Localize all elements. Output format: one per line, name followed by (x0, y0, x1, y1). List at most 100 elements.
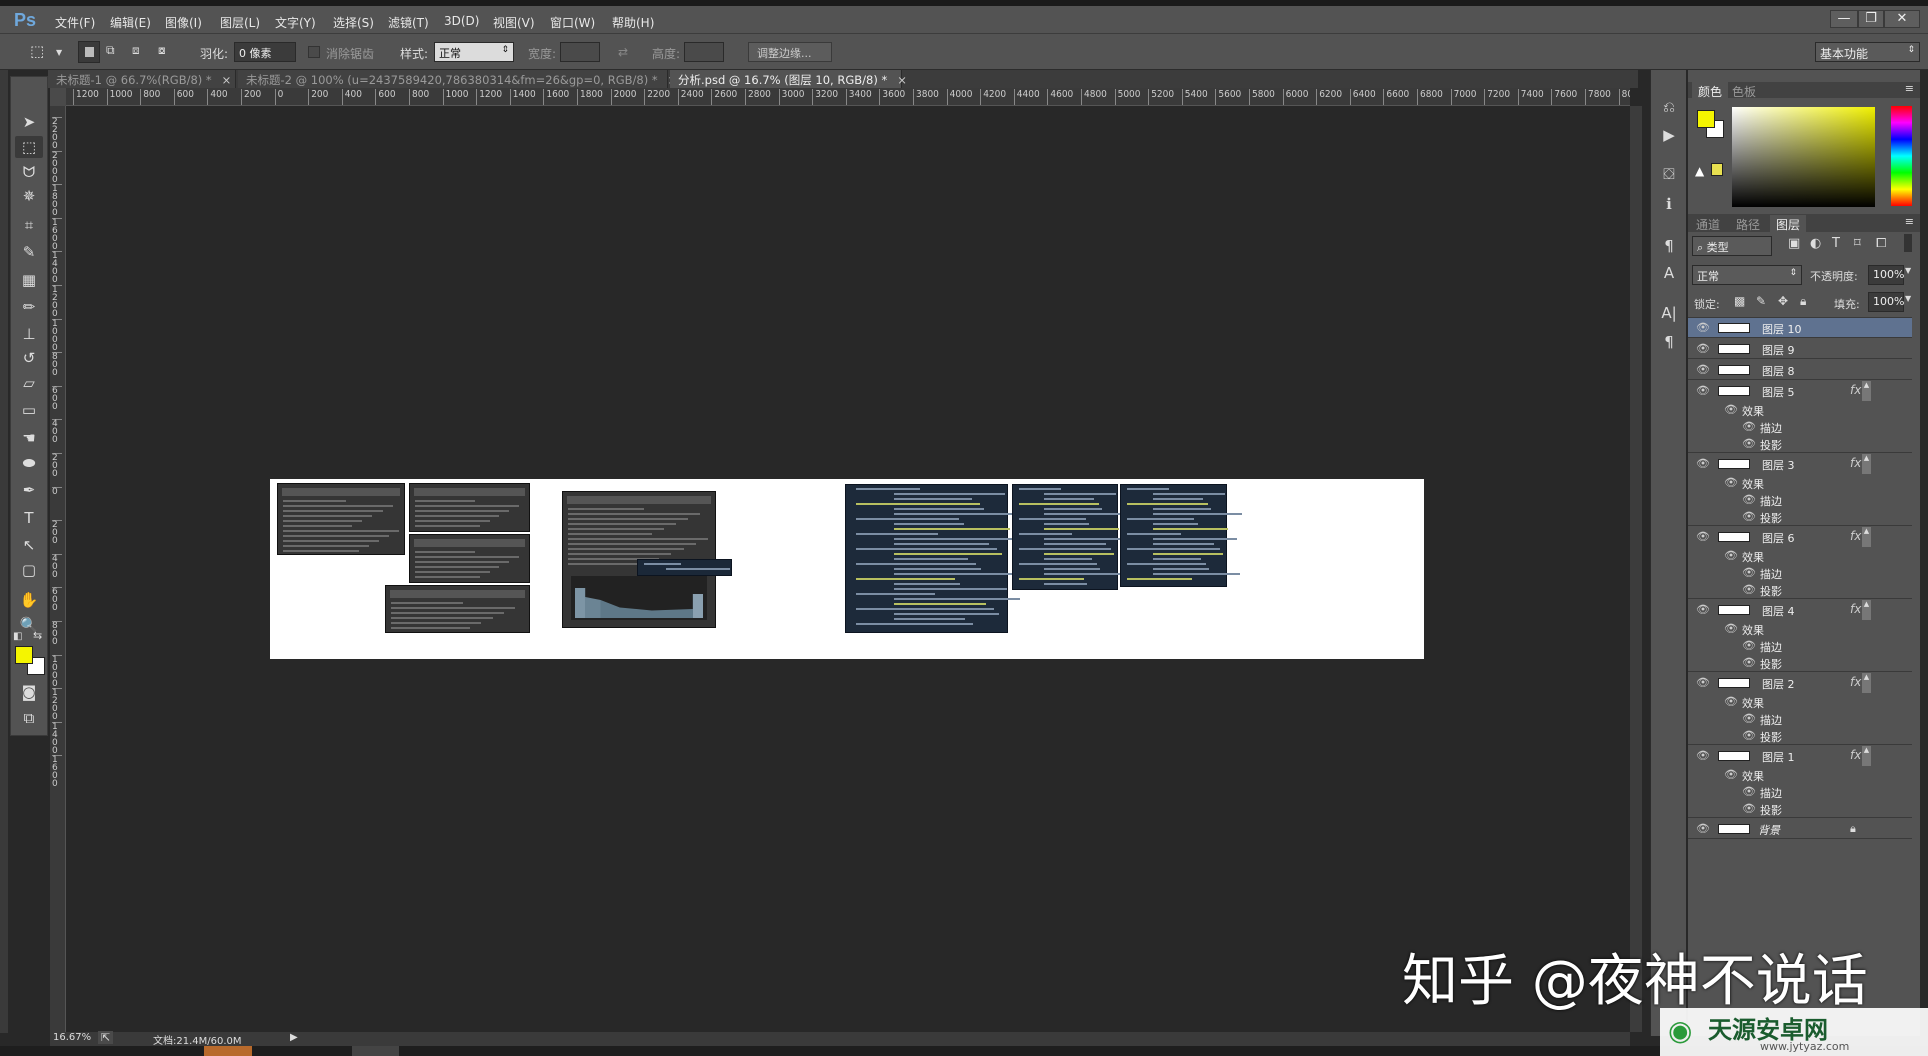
hue-slider[interactable] (1891, 106, 1912, 206)
move-icon[interactable]: ➤ (15, 111, 43, 133)
fill-input[interactable]: 100% (1868, 292, 1904, 312)
eye-icon[interactable]: 👁︎ (1742, 583, 1756, 596)
filter-toggle[interactable] (1904, 234, 1912, 252)
effects-label[interactable]: 效果 (1742, 768, 1764, 784)
fx-icon[interactable]: fx (1850, 529, 1861, 543)
subtract-selection-icon[interactable]: ⧈ (132, 43, 140, 58)
gamut-warning-icon[interactable]: ▲ (1695, 164, 1704, 178)
tab-close-icon[interactable]: × (222, 73, 232, 87)
eye-icon[interactable]: 👁︎ (1696, 603, 1710, 616)
paragraph-style-icon[interactable]: ¶ (1659, 237, 1679, 257)
lock-transparent-icon[interactable]: ▩ (1734, 294, 1745, 308)
eye-icon[interactable]: 👁︎ (1742, 566, 1756, 579)
tab-close-icon[interactable]: × (897, 73, 907, 87)
crop-icon[interactable]: ⌗ (15, 214, 43, 236)
fx-icon[interactable]: fx (1850, 748, 1861, 762)
close-button[interactable]: ✕ (1884, 10, 1920, 28)
character-style-icon[interactable]: A (1659, 264, 1679, 284)
blend-mode-select[interactable]: 正常 ⇕ (1692, 265, 1802, 285)
effect-name[interactable]: 描边 (1760, 785, 1782, 801)
feather-input[interactable]: 0 像素 (234, 42, 296, 62)
history-icon[interactable]: ⎌ (1659, 98, 1679, 118)
filter-adjustment-icon[interactable]: ◐ (1810, 236, 1821, 251)
effect-name[interactable]: 描边 (1760, 420, 1782, 436)
fx-icon[interactable]: fx (1850, 675, 1861, 689)
vertical-ruler[interactable]: 2200 2000 1800 1600 1400 1200 1000 800 600 400 200… (50, 106, 66, 1032)
menu-item[interactable]: 窗口(W) (550, 14, 595, 31)
collapse-effects-toggle[interactable]: ▲ (1862, 746, 1871, 766)
new-selection-button[interactable] (78, 41, 100, 63)
fx-icon[interactable]: fx (1850, 602, 1861, 616)
document-canvas[interactable] (270, 479, 1424, 659)
eye-icon[interactable]: 👁︎ (1742, 639, 1756, 652)
eye-icon[interactable]: 👁︎ (1742, 437, 1756, 450)
chevron-down-icon[interactable]: ▼ (56, 48, 62, 57)
layer-row[interactable]: 👁︎ 图层 5 fx ▲ 👁︎ 效果 👁︎ 描边 👁︎ 投影 (1688, 381, 1912, 453)
collapse-effects-toggle[interactable]: ▲ (1862, 600, 1871, 620)
layer-row[interactable]: 👁︎ 图层 9 (1688, 339, 1912, 359)
eye-icon[interactable]: 👁︎ (1724, 695, 1738, 708)
fx-icon[interactable]: fx (1850, 383, 1861, 397)
eye-icon[interactable]: 👁︎ (1696, 676, 1710, 689)
taskbar-item-active[interactable] (204, 1046, 252, 1056)
eye-icon[interactable]: 👁︎ (1742, 510, 1756, 523)
eye-icon[interactable]: 👁︎ (1696, 321, 1710, 334)
effect-name[interactable]: 描边 (1760, 566, 1782, 582)
style-select[interactable]: 正常 ⇕ (434, 42, 514, 62)
intersect-selection-icon[interactable]: ⧇ (158, 43, 166, 58)
menu-item[interactable]: 文件(F) (55, 14, 95, 31)
opacity-input[interactable]: 100% (1868, 265, 1904, 285)
eye-icon[interactable]: 👁︎ (1696, 822, 1710, 835)
foreground-color-swatch[interactable] (15, 646, 33, 664)
eye-icon[interactable]: 👁︎ (1696, 530, 1710, 543)
tab-color[interactable]: 颜色 (1692, 82, 1729, 101)
color-field[interactable] (1732, 107, 1875, 207)
antialias-checkbox[interactable] (308, 46, 320, 58)
layer-row[interactable]: 👁︎ 图层 10 (1688, 318, 1912, 338)
menu-item[interactable]: 滤镜(T) (388, 14, 429, 31)
pen-icon[interactable]: ✒ (15, 479, 43, 501)
width-input[interactable] (560, 42, 600, 62)
menu-item[interactable]: 图层(L) (220, 14, 260, 31)
tab-paths[interactable]: 路径 (1730, 215, 1766, 234)
blur-icon[interactable]: ☚ (15, 427, 43, 449)
layer-row[interactable]: 👁︎ 背景 🔒︎ (1688, 819, 1912, 839)
tab-swatches[interactable]: 色板 (1726, 82, 1762, 101)
effect-name[interactable]: 描边 (1760, 493, 1782, 509)
character-icon[interactable]: A| (1659, 304, 1679, 324)
restore-button[interactable]: ❐ (1858, 10, 1884, 28)
foreground-color-swatch[interactable] (1697, 110, 1715, 128)
height-input[interactable] (684, 42, 724, 62)
collapse-effects-toggle[interactable]: ▲ (1862, 454, 1871, 474)
rect-marquee-preset-icon[interactable]: ⬚ (30, 42, 44, 60)
workspace-select[interactable]: 基本功能 ⇕ (1815, 42, 1920, 62)
horizontal-ruler[interactable]: 1200 1000 800 600 400 200 0 200 400 600 800 1000 120… (66, 88, 1630, 106)
collapse-effects-toggle[interactable]: ▲ (1862, 673, 1871, 693)
eye-icon[interactable]: 👁︎ (1696, 363, 1710, 376)
eye-icon[interactable]: 👁︎ (1696, 384, 1710, 397)
eye-icon[interactable]: 👁︎ (1696, 749, 1710, 762)
export-icon[interactable]: ⇱ (98, 1031, 114, 1044)
panel-menu-icon[interactable]: ≡ (1905, 82, 1914, 95)
lock-pixels-icon[interactable]: ✎ (1756, 294, 1766, 308)
filter-type-icon[interactable]: T (1832, 236, 1840, 251)
layer-row[interactable]: 👁︎ 图层 8 (1688, 360, 1912, 380)
gradient-icon[interactable]: ▭ (15, 399, 43, 421)
info-icon[interactable]: ℹ (1659, 195, 1679, 215)
menu-item[interactable]: 文字(Y) (275, 14, 316, 31)
eye-icon[interactable]: 👁︎ (1696, 342, 1710, 355)
effects-label[interactable]: 效果 (1742, 549, 1764, 565)
menu-item[interactable]: 图像(I) (165, 14, 202, 31)
lock-all-icon[interactable]: 🔒︎ (1800, 294, 1806, 309)
fill-chevron-icon[interactable]: ▼ (1905, 294, 1911, 303)
eye-icon[interactable]: 👁︎ (1742, 712, 1756, 725)
layer-row[interactable]: 👁︎ 图层 4 fx ▲ 👁︎ 效果 👁︎ 描边 👁︎ 投影 (1688, 600, 1912, 672)
eye-icon[interactable]: 👁︎ (1742, 656, 1756, 669)
ruler-origin[interactable] (50, 88, 66, 106)
path-select-icon[interactable]: ↖ (15, 534, 43, 556)
gamut-swatch[interactable] (1711, 163, 1723, 176)
3d-icon[interactable]: ⛋ (1659, 165, 1679, 185)
type-icon[interactable]: T (15, 507, 43, 529)
minimize-button[interactable]: — (1830, 10, 1858, 28)
filter-smart-object-icon[interactable]: ⧠ (1876, 236, 1886, 251)
